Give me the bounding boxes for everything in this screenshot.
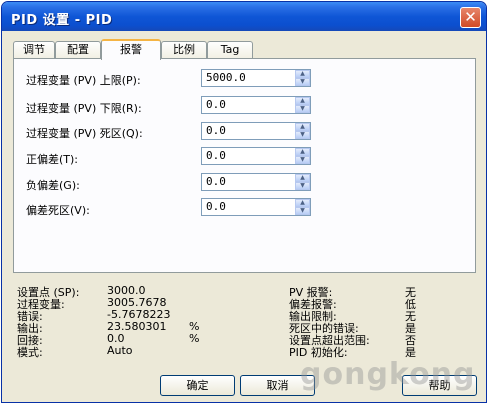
alarm-panel: 过程变量 (PV) 上限(P): 5000.0 ▲ ▼ 过程变量 (PV) 下限(… — [13, 58, 476, 273]
pv-high-limit-spinner[interactable]: 5000.0 ▲ ▼ — [201, 69, 311, 87]
spin-up-icon[interactable]: ▲ — [295, 199, 310, 207]
positive-deviation-label: 正偏差(T): — [26, 153, 79, 166]
pid-settings-dialog: PID 设置 - PID ✕ 调节 配置 报警 比例 Tag 过程变量 (PV)… — [1, 1, 487, 403]
tab-alarm[interactable]: 报警 — [101, 39, 161, 60]
status-value: Auto — [107, 344, 133, 357]
pv-high-limit-value[interactable]: 5000.0 — [206, 71, 246, 84]
pv-low-limit-spinner[interactable]: 0.0 ▲ ▼ — [201, 96, 311, 114]
spin-up-icon[interactable]: ▲ — [295, 70, 310, 78]
tab-scaling[interactable]: 比例 — [161, 41, 207, 59]
pv-deadband-value[interactable]: 0.0 — [206, 124, 226, 137]
positive-deviation-spinner[interactable]: 0.0 ▲ ▼ — [201, 147, 311, 165]
spin-down-icon[interactable]: ▼ — [295, 182, 310, 190]
negative-deviation-spinner[interactable]: 0.0 ▲ ▼ — [201, 173, 311, 191]
title-bar[interactable]: PID 设置 - PID ✕ — [2, 2, 486, 31]
watermark: gongkong — [300, 357, 476, 392]
pv-low-limit-value[interactable]: 0.0 — [206, 98, 226, 111]
spin-down-icon[interactable]: ▼ — [295, 78, 310, 86]
close-button[interactable]: ✕ — [460, 7, 481, 28]
tab-config[interactable]: 配置 — [55, 41, 101, 59]
pv-high-limit-label: 过程变量 (PV) 上限(P): — [26, 74, 141, 87]
deviation-deadband-value[interactable]: 0.0 — [206, 200, 226, 213]
spin-down-icon[interactable]: ▼ — [295, 156, 310, 164]
status-unit: % — [189, 332, 200, 345]
negative-deviation-value[interactable]: 0.0 — [206, 175, 226, 188]
spin-up-icon[interactable]: ▲ — [295, 174, 310, 182]
tab-tag[interactable]: Tag — [207, 41, 253, 59]
spin-up-icon[interactable]: ▲ — [295, 123, 310, 131]
negative-deviation-label: 负偏差(G): — [26, 179, 80, 192]
spin-down-icon[interactable]: ▼ — [295, 207, 310, 215]
status-area: 设置点 (SP): 3000.0 过程变量: 3005.7678 错误: -5.… — [13, 284, 478, 364]
positive-deviation-value[interactable]: 0.0 — [206, 149, 226, 162]
deviation-deadband-spinner[interactable]: 0.0 ▲ ▼ — [201, 198, 311, 216]
spin-down-icon[interactable]: ▼ — [295, 131, 310, 139]
spin-up-icon[interactable]: ▲ — [295, 97, 310, 105]
pv-low-limit-label: 过程变量 (PV) 下限(R): — [26, 102, 142, 115]
window-title: PID 设置 - PID — [11, 13, 113, 28]
spin-up-icon[interactable]: ▲ — [295, 148, 310, 156]
tab-tuning[interactable]: 调节 — [13, 41, 55, 59]
spin-down-icon[interactable]: ▼ — [295, 105, 310, 113]
pv-deadband-label: 过程变量 (PV) 死区(Q): — [26, 127, 143, 140]
status-label: 模式: — [17, 346, 43, 359]
close-icon: ✕ — [464, 8, 477, 26]
ok-button[interactable]: 确定 — [160, 375, 235, 396]
deviation-deadband-label: 偏差死区(V): — [26, 204, 90, 217]
pv-deadband-spinner[interactable]: 0.0 ▲ ▼ — [201, 122, 311, 140]
